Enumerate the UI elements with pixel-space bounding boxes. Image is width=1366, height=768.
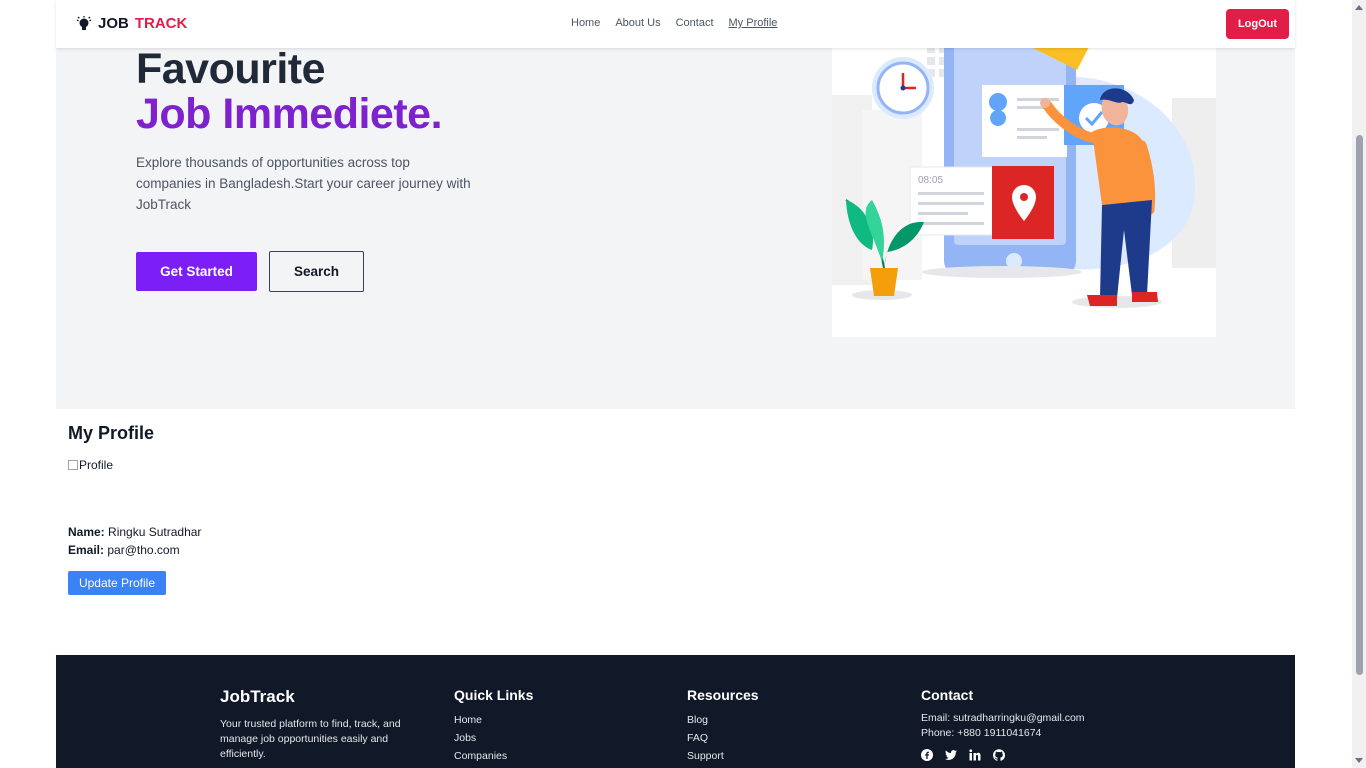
svg-text:08:05: 08:05 — [918, 175, 943, 186]
email-label: Email: — [68, 543, 105, 557]
footer-link-jobs[interactable]: Jobs — [454, 729, 533, 747]
top-navbar: JOB TRACK Home About Us Contact My Profi… — [56, 0, 1295, 48]
lightbulb-icon — [76, 15, 92, 32]
hero-section: Favourite Job Immediete. Explore thousan… — [56, 0, 1295, 409]
nav-link-my-profile[interactable]: My Profile — [729, 17, 778, 29]
footer-resources: Resources Blog FAQ Support — [687, 687, 759, 765]
name-label: Name: — [68, 525, 105, 539]
brand-job-text: JOB — [98, 15, 129, 32]
brand-logo[interactable]: JOB TRACK — [76, 15, 187, 32]
hero-title-line1: Favourite — [136, 45, 326, 93]
scroll-thumb[interactable] — [1356, 135, 1363, 675]
email-value: par@tho.com — [107, 543, 180, 557]
footer-brand: JobTrack — [220, 687, 295, 706]
nav-link-home[interactable]: Home — [571, 17, 600, 29]
hero-illustration: 08:05 — [832, 40, 1216, 337]
page-scrollbar[interactable] — [1352, 0, 1366, 768]
footer-link-companies[interactable]: Companies — [454, 747, 533, 765]
broken-image-icon — [68, 460, 78, 470]
brand-track-text: TRACK — [134, 15, 188, 32]
hero-description: Explore thousands of opportunities acros… — [136, 155, 471, 212]
resources-title: Resources — [687, 687, 759, 703]
profile-email-row: Email: par@tho.com — [68, 543, 180, 557]
footer-link-blog[interactable]: Blog — [687, 711, 759, 729]
footer-link-home[interactable]: Home — [454, 711, 533, 729]
nav-links: Home About Us Contact My Profile — [571, 17, 777, 29]
footer-tagline: Your trusted platform to find, track, an… — [220, 718, 401, 760]
hero-title-line2: Job Immediete. — [136, 90, 443, 138]
linkedin-icon[interactable] — [969, 748, 981, 761]
footer-link-support[interactable]: Support — [687, 747, 759, 765]
profile-image: Profile — [68, 458, 113, 472]
profile-image-alt: Profile — [79, 458, 114, 472]
contact-email: Email: sutradharringku@gmail.com — [921, 712, 1085, 724]
update-profile-button[interactable]: Update Profile — [68, 571, 166, 595]
profile-name-row: Name: Ringku Sutradhar — [68, 525, 201, 539]
footer-link-faq[interactable]: FAQ — [687, 729, 759, 747]
footer-quick-links: Quick Links Home Jobs Companies — [454, 687, 533, 765]
social-icons — [921, 748, 1085, 761]
quick-links-title: Quick Links — [454, 687, 534, 703]
name-value: Ringku Sutradhar — [108, 525, 202, 539]
search-button[interactable]: Search — [269, 251, 364, 292]
scroll-up-arrow[interactable] — [1355, 5, 1363, 10]
contact-phone: Phone: +880 1911041674 — [921, 727, 1042, 739]
footer-brand-column: JobTrack Your trusted platform to find, … — [220, 687, 430, 762]
logout-button[interactable]: LogOut — [1226, 9, 1289, 39]
scroll-down-arrow[interactable] — [1355, 758, 1363, 763]
nav-link-about-us[interactable]: About Us — [615, 17, 660, 29]
nav-link-contact[interactable]: Contact — [676, 17, 714, 29]
github-icon[interactable] — [993, 748, 1005, 761]
get-started-button[interactable]: Get Started — [136, 252, 257, 291]
contact-title: Contact — [921, 687, 974, 703]
job-search-illustration: 08:05 — [832, 40, 1216, 308]
footer-contact: Contact Email: sutradharringku@gmail.com… — [921, 687, 1085, 761]
facebook-icon[interactable] — [921, 748, 933, 761]
page: Favourite Job Immediete. Explore thousan… — [0, 0, 1366, 768]
footer: JobTrack Your trusted platform to find, … — [56, 655, 1295, 768]
twitter-icon[interactable] — [945, 748, 957, 760]
profile-heading: My Profile — [68, 423, 155, 443]
